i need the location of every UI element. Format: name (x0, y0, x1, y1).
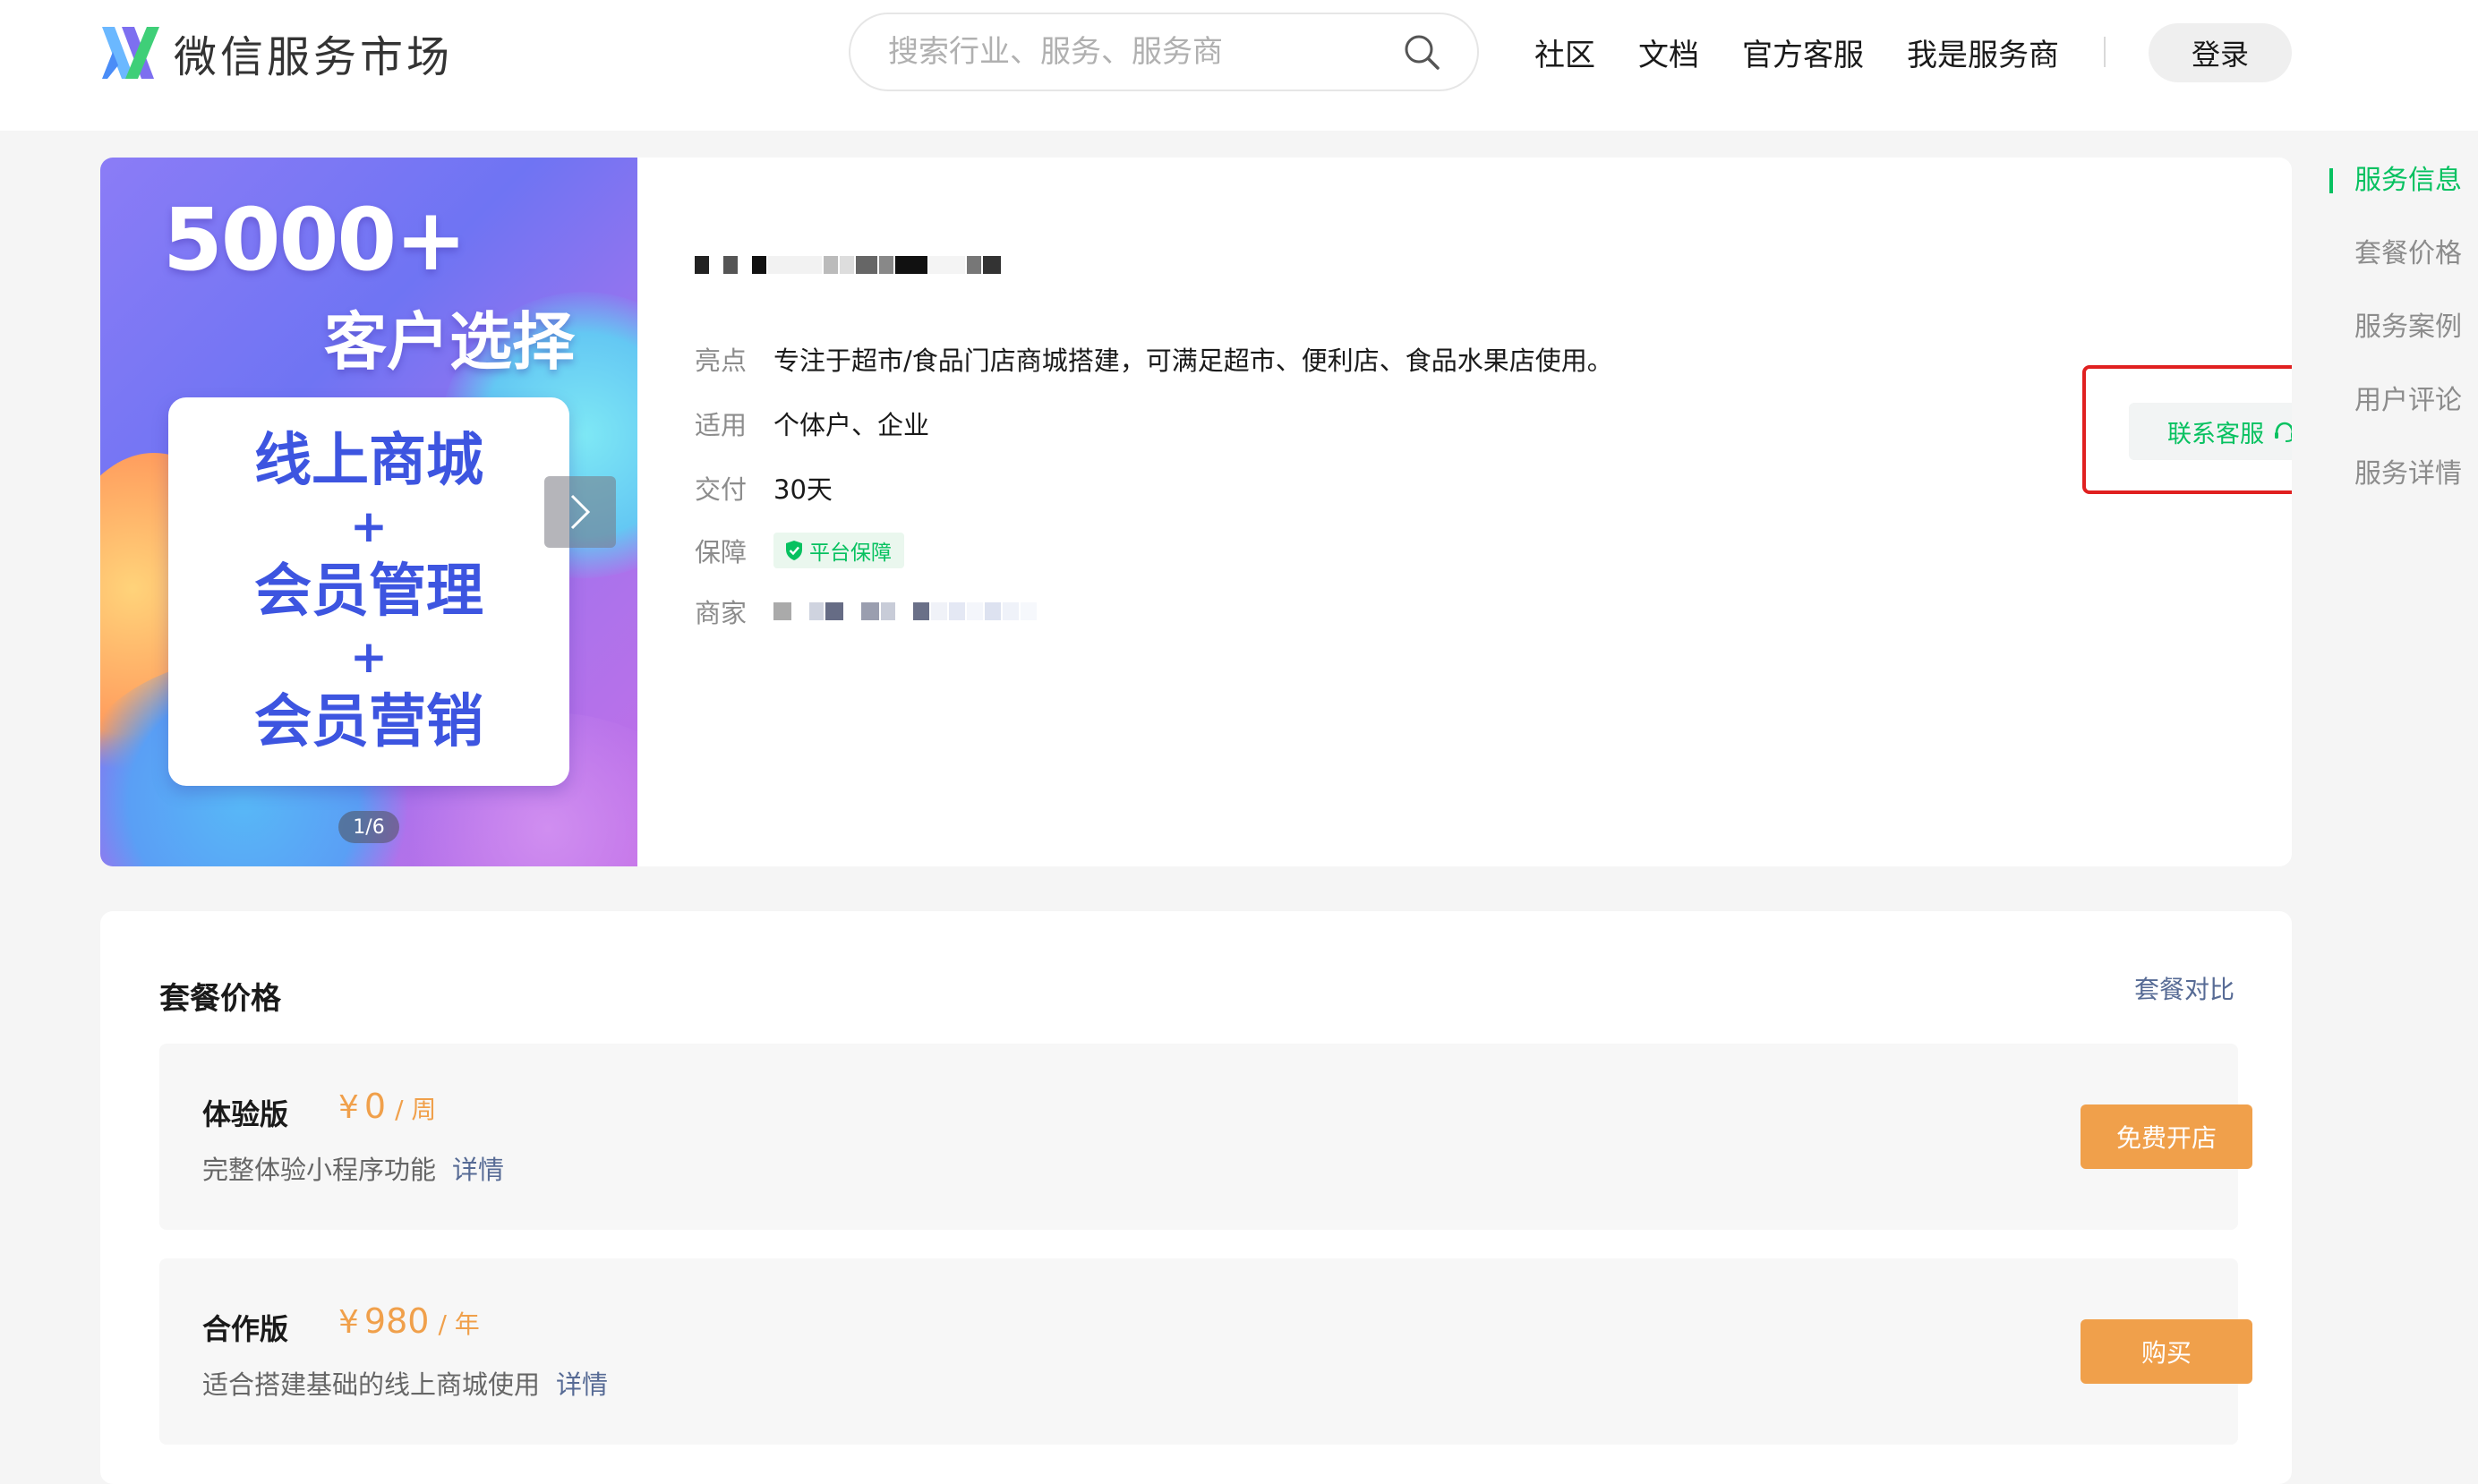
info-label: 交付 (695, 474, 748, 505)
info-row-highlight: 亮点 专注于超市/食品门店商城搭建，可满足超市、便利店、食品水果店使用。 (695, 340, 1613, 378)
package-desc-text: 完整体验小程序功能 (202, 1155, 437, 1185)
package-price-section: 套餐价格 套餐对比 体验版 ¥ 0 / 周 完整体验小程序功能 详情 免费开店 合… (100, 911, 2292, 1484)
anchor-service-info[interactable]: 服务信息 (2322, 158, 2462, 231)
nav-official-support[interactable]: 官方客服 (1742, 30, 1864, 74)
package-card-trial: 体验版 ¥ 0 / 周 完整体验小程序功能 详情 免费开店 (159, 1044, 2252, 1230)
anchor-service-details[interactable]: 服务详情 (2322, 451, 2462, 525)
section-anchor-nav: 服务信息 套餐价格 服务案例 用户评论 服务详情 (2322, 158, 2462, 525)
anchor-user-reviews[interactable]: 用户评论 (2322, 378, 2462, 451)
info-value: 个体户、企业 (773, 410, 930, 440)
banner-feature-box: 线上商城 + 会员管理 + 会员营销 (168, 397, 569, 786)
package-compare-link[interactable]: 套餐对比 (2134, 970, 2234, 1006)
info-label: 保障 (695, 537, 748, 567)
banner-headline: 5000+ (163, 190, 467, 290)
badge-label: 平台保障 (809, 542, 892, 565)
info-value: 专注于超市/食品门店商城搭建，可满足超市、便利店、食品水果店使用。 (773, 345, 1613, 376)
search-icon[interactable] (1402, 32, 1441, 72)
package-price: ¥ 0 / 周 (338, 1087, 436, 1126)
brand-name: 微信服务市场 (174, 32, 454, 82)
package-card-partner: 合作版 ¥ 980 / 年 适合搭建基础的线上商城使用 详情 购买 (159, 1258, 2252, 1445)
banner-next-button[interactable] (544, 476, 616, 548)
merchant-name-redacted[interactable] (773, 602, 1038, 620)
package-description: 适合搭建基础的线上商城使用 详情 (202, 1364, 608, 1402)
package-description: 完整体验小程序功能 详情 (202, 1149, 504, 1187)
chevron-right-icon (570, 494, 591, 530)
banner-feature-line: 会员管理 (254, 559, 483, 625)
top-header: 微信服务市场 社区 文档 官方客服 我是服务商 登录 (0, 0, 2478, 131)
package-detail-link[interactable]: 详情 (556, 1369, 608, 1400)
banner-feature-line: 会员营销 (254, 689, 483, 755)
price-amount: 0 (363, 1087, 387, 1126)
price-amount: 980 (363, 1301, 430, 1341)
nav-i-am-provider[interactable]: 我是服务商 (1907, 30, 2059, 74)
logo[interactable]: 微信服务市场 (100, 21, 453, 84)
service-info-card: 5000+ 客户选择 线上商城 + 会员管理 + 会员营销 1/6 亮点 专注于… (100, 158, 2292, 866)
banner-plus: + (350, 500, 388, 552)
shield-check-icon (786, 541, 802, 560)
package-desc-text: 适合搭建基础的线上商城使用 (202, 1369, 541, 1400)
contact-support-button[interactable]: 联系客服 (2129, 403, 2292, 460)
price-unit: / 周 (395, 1095, 437, 1124)
anchor-package-price[interactable]: 套餐价格 (2322, 231, 2462, 304)
package-price: ¥ 980 / 年 (338, 1301, 480, 1341)
info-row-applicable: 适用 个体户、企业 (695, 405, 929, 442)
info-value: 30天 (773, 474, 833, 505)
banner-plus: + (350, 631, 388, 683)
package-name: 体验版 (202, 1097, 289, 1131)
section-title: 套餐价格 (159, 981, 281, 1017)
banner-subline: 客户选择 (324, 305, 575, 379)
platform-guarantee-badge[interactable]: 平台保障 (773, 533, 904, 568)
nav-divider (2104, 37, 2106, 67)
headset-icon (2275, 422, 2292, 442)
nav-community[interactable]: 社区 (1534, 30, 1595, 74)
price-currency: ¥ (338, 1089, 359, 1126)
price-currency: ¥ (338, 1304, 359, 1341)
anchor-service-cases[interactable]: 服务案例 (2322, 304, 2462, 378)
package-name: 合作版 (202, 1312, 289, 1346)
info-row-merchant: 商家 (695, 593, 1038, 630)
service-banner[interactable]: 5000+ 客户选择 线上商城 + 会员管理 + 会员营销 1/6 (100, 158, 637, 866)
info-label: 商家 (695, 598, 748, 628)
banner-page-counter: 1/6 (338, 811, 399, 843)
info-label: 适用 (695, 410, 748, 440)
logo-icon (102, 27, 159, 79)
login-button[interactable]: 登录 (2149, 23, 2292, 82)
info-row-delivery: 交付 30天 (695, 469, 833, 507)
info-row-guarantee: 保障 平台保障 (695, 532, 904, 569)
search-box[interactable] (849, 13, 1479, 91)
info-label: 亮点 (695, 345, 748, 376)
contact-support-label: 联系客服 (2167, 420, 2264, 448)
top-nav: 社区 文档 官方客服 我是服务商 (1534, 27, 2145, 77)
banner-feature-line: 线上商城 (254, 428, 483, 494)
package-detail-link[interactable]: 详情 (452, 1155, 504, 1185)
nav-docs[interactable]: 文档 (1638, 30, 1699, 74)
search-input[interactable] (886, 33, 1402, 71)
free-open-store-button[interactable]: 免费开店 (2081, 1104, 2252, 1169)
price-unit: / 年 (438, 1309, 480, 1339)
buy-button[interactable]: 购买 (2081, 1319, 2252, 1384)
service-title-redacted (695, 256, 1003, 274)
